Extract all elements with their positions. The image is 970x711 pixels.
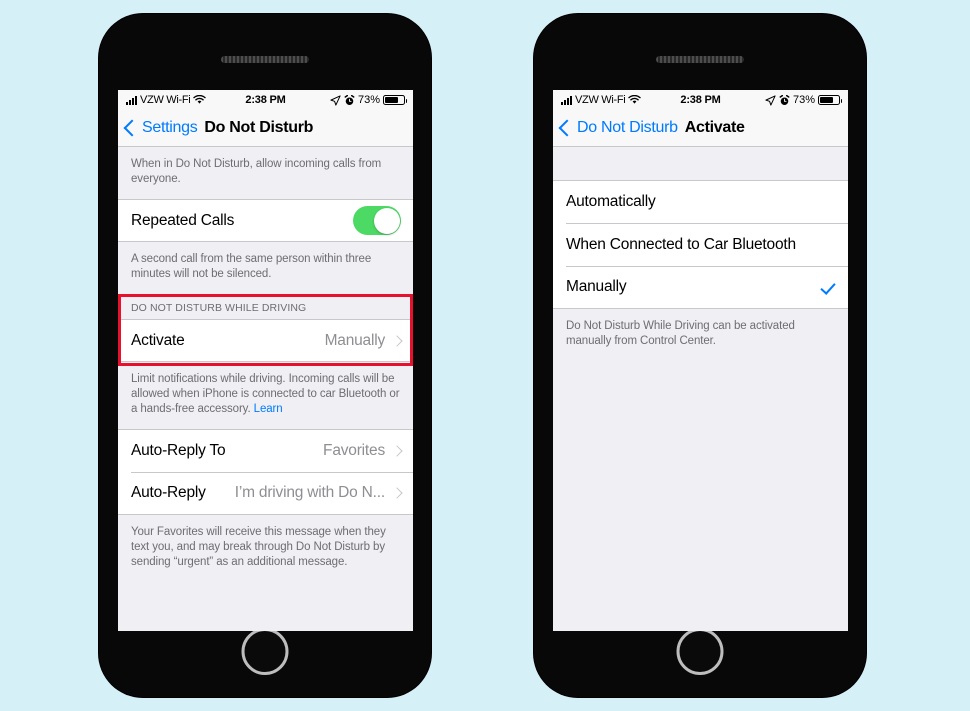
driving-section-header: DO NOT DISTURB WHILE DRIVING — [118, 294, 413, 319]
driving-footnote: Limit notifications while driving. Incom… — [118, 362, 413, 429]
home-button[interactable] — [676, 628, 724, 675]
option-row-car-bluetooth[interactable]: When Connected to Car Bluetooth — [553, 223, 848, 266]
list-top-spacer — [553, 147, 848, 180]
screen-right: VZW Wi-Fi 2:38 PM 73% Do Not Disturb Act… — [553, 90, 848, 631]
repeated-calls-row[interactable]: Repeated Calls — [118, 199, 413, 242]
clock-label: 2:38 PM — [245, 94, 286, 106]
iphone-device-left: VZW Wi-Fi 2:38 PM 73% Settings Do Not Di… — [99, 14, 431, 697]
chevron-left-icon — [123, 119, 141, 137]
auto-reply-label: Auto-Reply — [131, 484, 206, 501]
driving-section: DO NOT DISTURB WHILE DRIVING Activate Ma… — [118, 294, 413, 366]
top-footnote: When in Do Not Disturb, allow incoming c… — [131, 158, 382, 185]
navigation-bar-left: Settings Do Not Disturb — [118, 110, 413, 147]
home-button[interactable] — [241, 628, 289, 675]
battery-icon — [818, 95, 842, 105]
settings-list-left: When in Do Not Disturb, allow incoming c… — [118, 147, 413, 631]
battery-icon — [383, 95, 407, 105]
repeated-calls-label: Repeated Calls — [131, 211, 235, 229]
chevron-right-icon — [391, 445, 403, 457]
screen-left: VZW Wi-Fi 2:38 PM 73% Settings Do Not Di… — [118, 90, 413, 631]
learn-more-link[interactable]: Learn — [254, 403, 283, 415]
activate-footnote: Do Not Disturb While Driving can be acti… — [566, 320, 795, 347]
back-button[interactable]: Do Not Disturb — [558, 119, 678, 137]
option-label: Automatically — [566, 193, 656, 210]
activate-value: Manually — [324, 331, 385, 349]
status-bar: VZW Wi-Fi 2:38 PM 73% — [118, 90, 413, 110]
back-button-label: Settings — [142, 119, 198, 136]
auto-reply-value: I’m driving with Do N... — [234, 484, 385, 501]
option-row-manually[interactable]: Manually — [553, 266, 848, 309]
checkmark-icon — [821, 280, 836, 295]
auto-reply-to-row[interactable]: Auto-Reply To Favorites — [118, 429, 413, 472]
auto-reply-row[interactable]: Auto-Reply I’m driving with Do N... — [118, 472, 413, 515]
option-row-automatically[interactable]: Automatically — [553, 180, 848, 223]
activate-row[interactable]: Activate Manually — [118, 319, 413, 362]
chevron-right-icon — [391, 487, 403, 499]
earpiece-speaker-icon — [656, 56, 744, 63]
chevron-left-icon — [558, 119, 576, 137]
back-button-label: Do Not Disturb — [577, 119, 678, 136]
repeated-calls-toggle[interactable] — [353, 206, 401, 235]
navigation-bar-right: Do Not Disturb Activate — [553, 110, 848, 147]
auto-reply-to-value: Favorites — [323, 442, 385, 459]
status-bar: VZW Wi-Fi 2:38 PM 73% — [553, 90, 848, 110]
activate-options-list: Automatically When Connected to Car Blue… — [553, 147, 848, 631]
earpiece-speaker-icon — [221, 56, 309, 63]
page-title: Activate — [684, 119, 745, 136]
option-label: Manually — [566, 278, 627, 295]
clock-label: 2:38 PM — [680, 94, 721, 106]
back-button[interactable]: Settings — [123, 119, 198, 137]
auto-reply-to-label: Auto-Reply To — [131, 442, 226, 459]
repeated-calls-footnote: A second call from the same person withi… — [131, 253, 372, 280]
bottom-footnote: Your Favorites will receive this message… — [131, 526, 386, 568]
activate-label: Activate — [131, 331, 185, 349]
chevron-right-icon — [391, 334, 403, 347]
page-title: Do Not Disturb — [204, 119, 314, 136]
option-label: When Connected to Car Bluetooth — [566, 235, 796, 253]
iphone-device-right: VZW Wi-Fi 2:38 PM 73% Do Not Disturb Act… — [534, 14, 866, 697]
